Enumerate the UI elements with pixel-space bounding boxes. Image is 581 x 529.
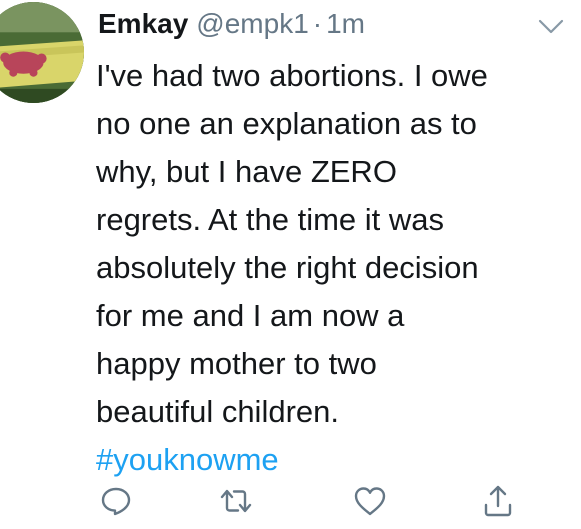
tweet-text-line: for me and I am now a [96,298,405,333]
tweet-text-line: no one an explanation as to [96,106,477,141]
author-handle[interactable]: @empk1 [196,8,308,40]
tweet-actions [90,483,530,523]
retweet-icon[interactable] [218,483,254,519]
hashtag-link[interactable]: #youknowme [96,436,566,484]
avatar[interactable] [0,2,84,103]
timestamp[interactable]: 1m [326,8,365,40]
chevron-down-icon[interactable] [537,18,565,36]
share-icon[interactable] [480,483,516,519]
tweet-text: I've had two abortions. I owe no one an … [96,52,566,484]
tweet-text-line: why, but I have ZERO [96,154,397,189]
tweet-text-line: beautiful children. [96,394,339,429]
avatar-image [0,2,84,103]
tweet-text-line: I've had two abortions. I owe [96,58,488,93]
tweet-text-line: absolutely the right decision [96,250,479,285]
author-name[interactable]: Emkay [98,8,188,40]
tweet-text-line: regrets. At the time it was [96,202,445,237]
tweet-header: Emkay @empk1 · 1m [98,8,365,44]
separator-dot: · [312,8,323,39]
heart-icon[interactable] [352,483,388,519]
reply-icon[interactable] [98,483,134,519]
tweet-text-line: happy mother to two [96,346,377,381]
